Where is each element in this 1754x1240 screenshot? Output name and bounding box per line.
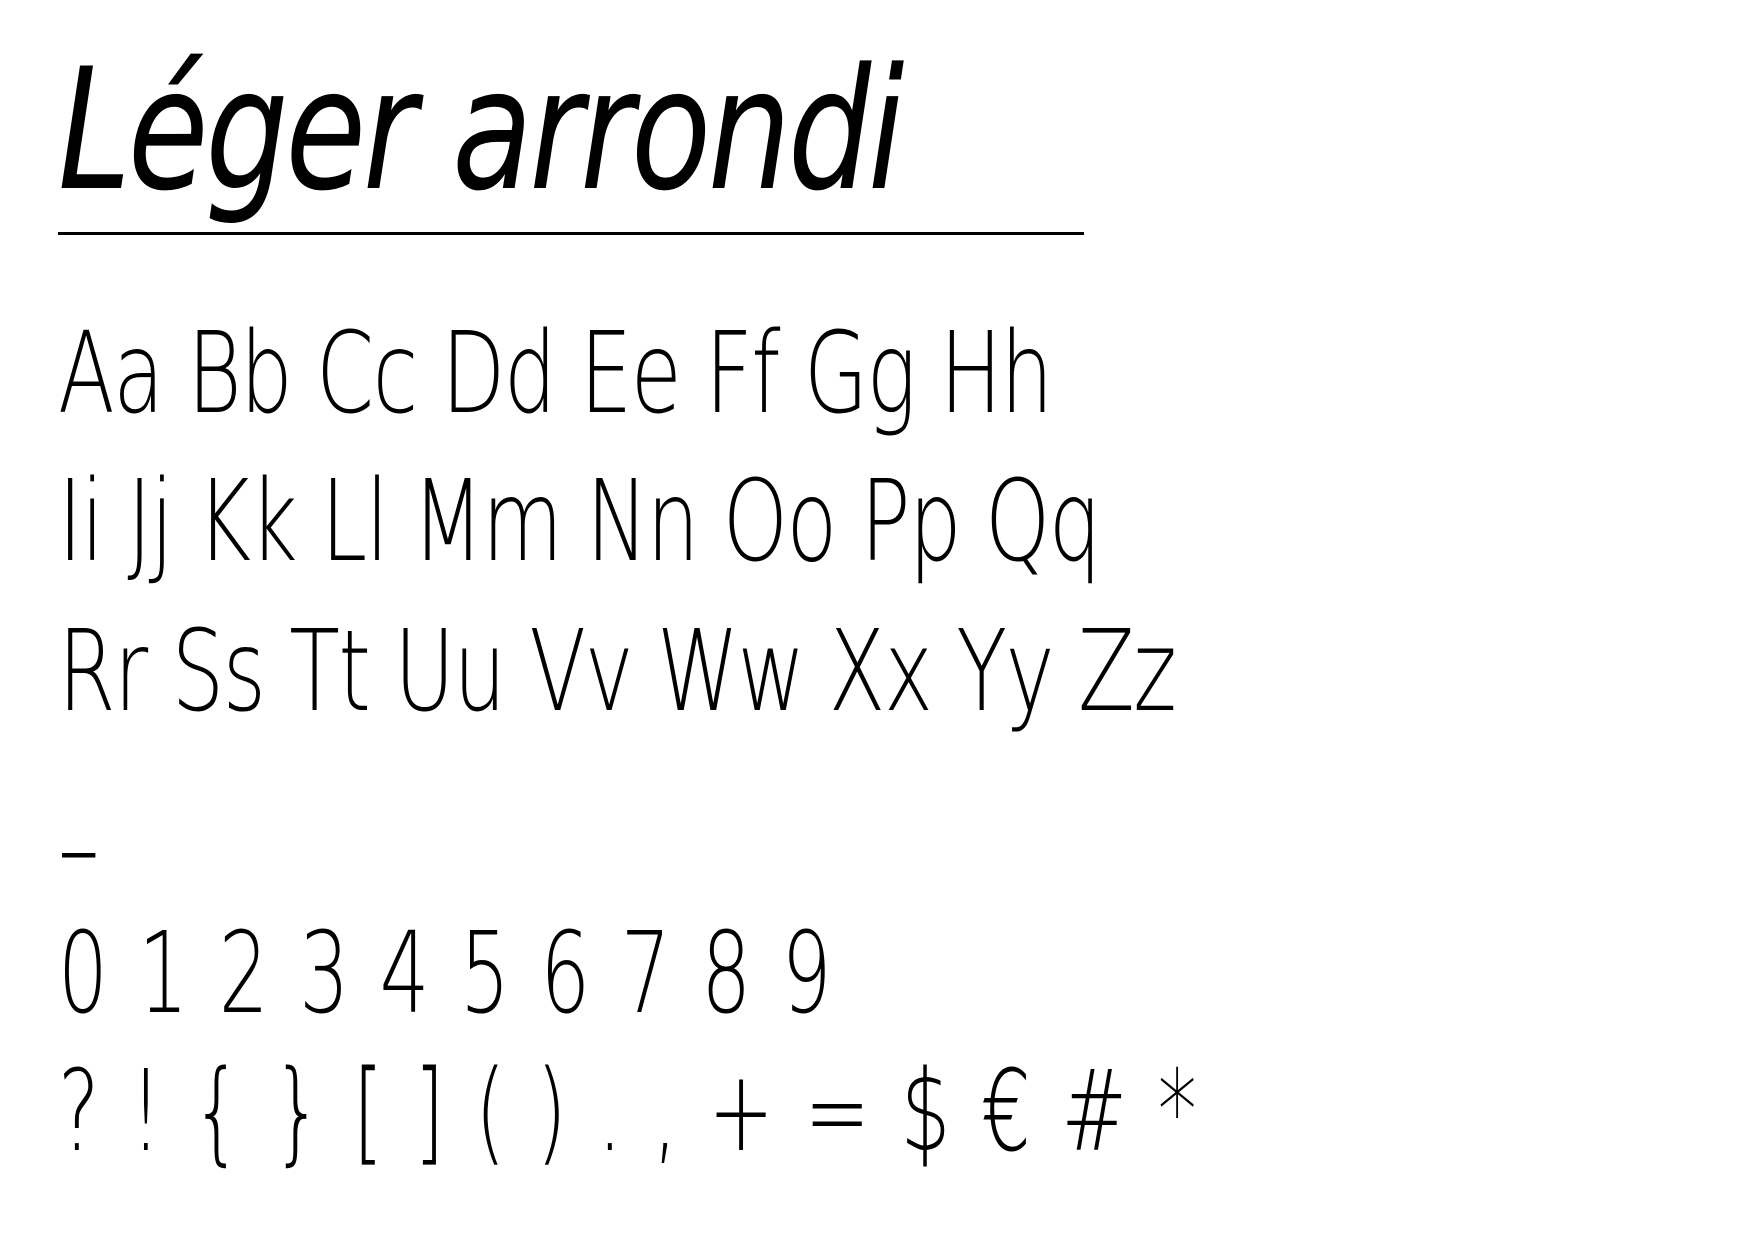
title-underline [58,232,1084,235]
dash-glyph: – [58,783,100,913]
alphabet-row-r-to-z: Rr Ss Tt Uu Vv Ww Xx Yy Zz [58,607,1177,737]
specimen-title: Léger arrondi [58,32,904,228]
alphabet-row-a-to-h: Aa Bb Cc Dd Ee Ff Gg Hh [58,309,1053,439]
symbols-row: ? ! { } [ ] ( ) . , + = $ € # * [58,1047,1200,1177]
font-specimen-sheet: Léger arrondi Aa Bb Cc Dd Ee Ff Gg Hh Ii… [0,0,1754,1240]
digits-row: 0 1 2 3 4 5 6 7 8 9 [58,909,835,1039]
alphabet-row-i-to-q: Ii Jj Kk Ll Mm Nn Oo Pp Qq [58,457,1101,587]
